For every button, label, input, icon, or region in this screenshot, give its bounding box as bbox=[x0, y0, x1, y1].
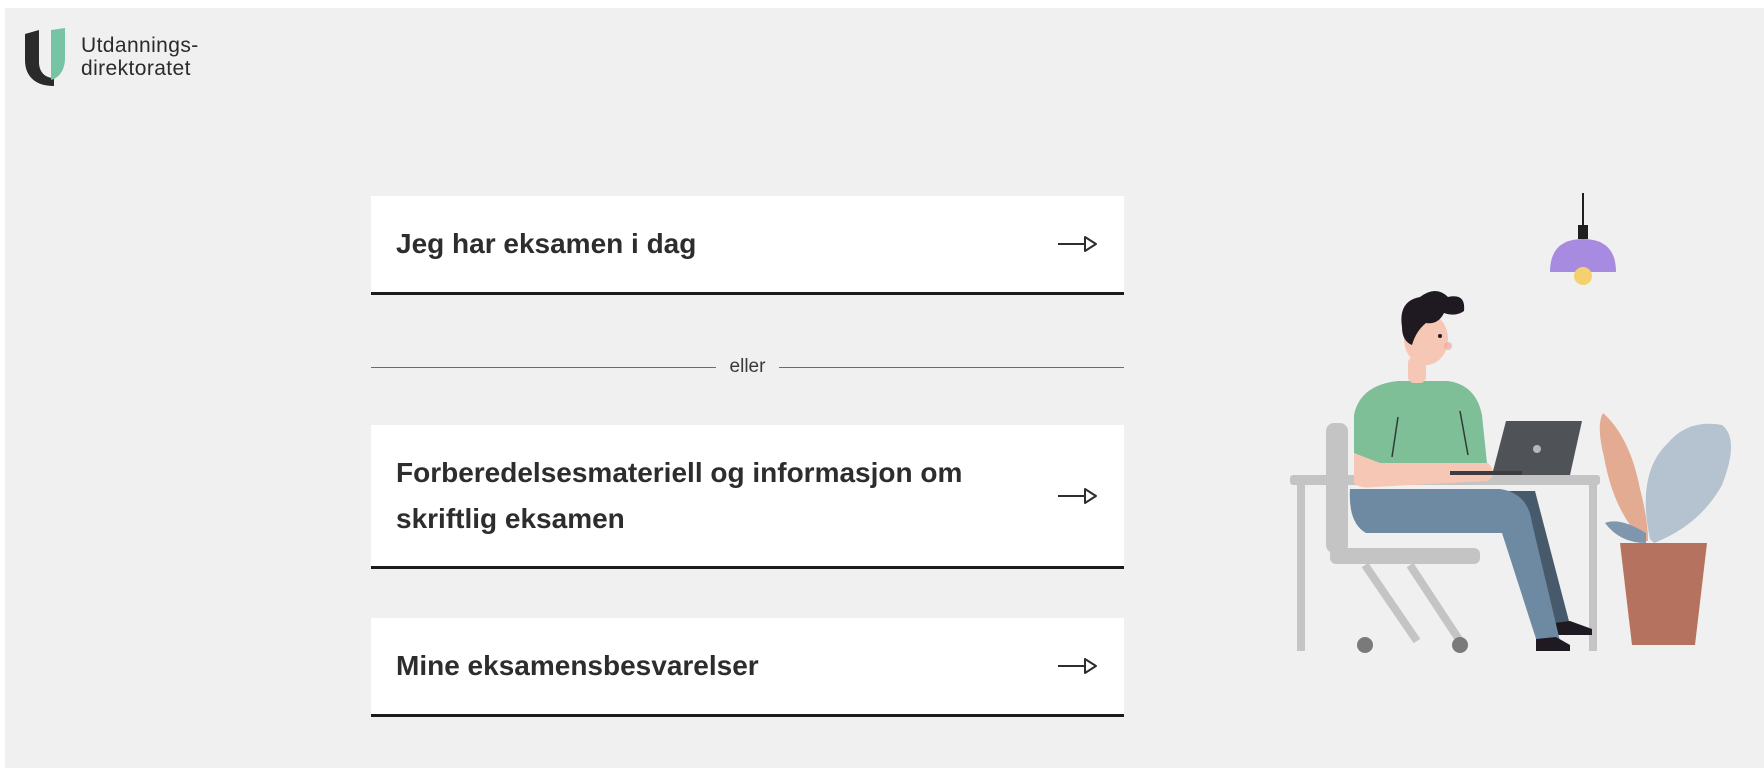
plant-icon bbox=[1599, 413, 1731, 645]
preparation-material-label: Forberedelsesmateriell og informasjon om… bbox=[396, 456, 963, 534]
or-divider: eller bbox=[371, 355, 1124, 379]
divider-line-right bbox=[779, 366, 1124, 368]
arrow-right-icon bbox=[1058, 487, 1097, 504]
page: Utdannings- direktoratet Jeg har eksamen… bbox=[5, 8, 1764, 768]
udir-logo[interactable]: Utdannings- direktoratet bbox=[23, 28, 199, 86]
my-exam-answers-link[interactable]: Mine eksamensbesvarelser bbox=[371, 618, 1124, 717]
arrow-right-icon bbox=[1058, 658, 1097, 674]
exam-today-label: Jeg har eksamen i dag bbox=[396, 228, 697, 259]
logo-line-1: Utdannings- bbox=[81, 34, 199, 57]
divider-line-left bbox=[371, 366, 716, 368]
logo-text: Utdannings- direktoratet bbox=[81, 34, 199, 80]
my-exam-answers-label: Mine eksamensbesvarelser bbox=[396, 650, 759, 681]
lamp-icon bbox=[1550, 193, 1616, 285]
student-at-laptop-illustration bbox=[1290, 193, 1731, 653]
logo-line-2: direktoratet bbox=[81, 57, 191, 80]
exam-today-link[interactable]: Jeg har eksamen i dag bbox=[371, 196, 1124, 295]
preparation-material-link[interactable]: Forberedelsesmateriell og informasjon om… bbox=[371, 425, 1124, 569]
udir-logo-icon bbox=[25, 28, 65, 86]
arrow-right-icon bbox=[1058, 236, 1097, 252]
divider-text: eller bbox=[729, 356, 766, 377]
